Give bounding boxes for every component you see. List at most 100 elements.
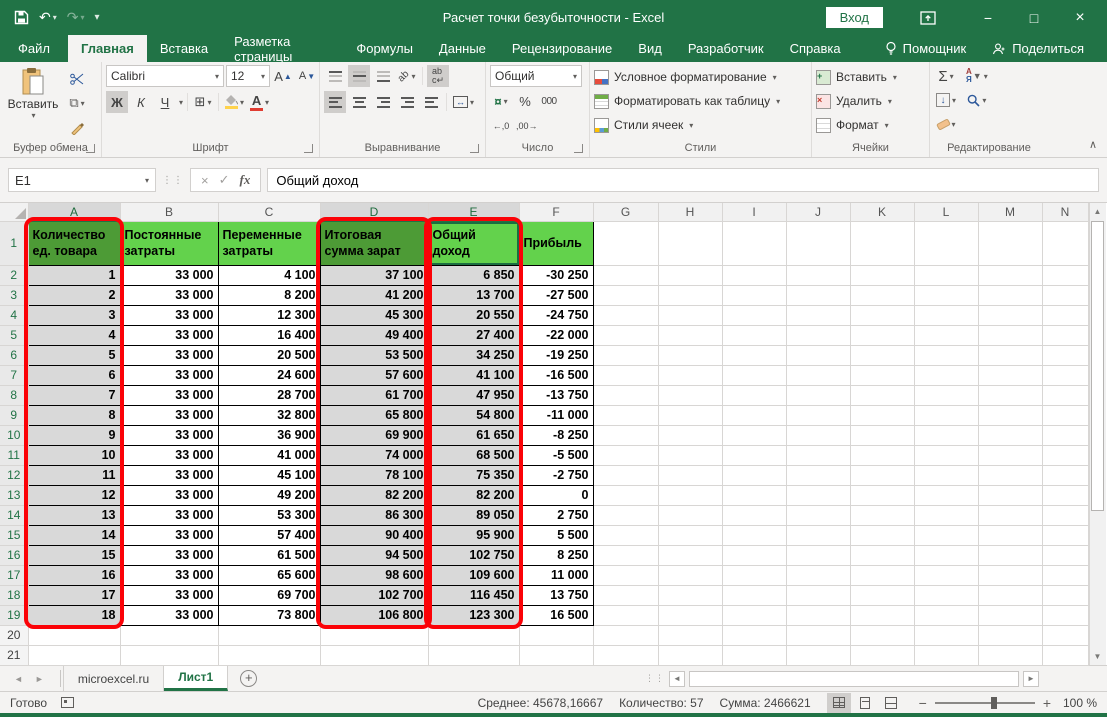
cell[interactable]: [218, 645, 320, 665]
cell[interactable]: [1042, 405, 1088, 425]
row-header-19[interactable]: 19: [0, 605, 28, 625]
cell[interactable]: [593, 625, 658, 645]
zoom-in-button[interactable]: +: [1043, 695, 1051, 711]
cell[interactable]: 14: [28, 525, 120, 545]
save-icon[interactable]: [14, 10, 29, 25]
cell[interactable]: 33 000: [120, 305, 218, 325]
cell[interactable]: 94 500: [320, 545, 428, 565]
cell[interactable]: [786, 545, 850, 565]
cell[interactable]: [1042, 305, 1088, 325]
scroll-down-icon[interactable]: ▼: [1090, 648, 1106, 665]
autosum-button[interactable]: Σ▾: [934, 65, 958, 87]
hscroll-left-icon[interactable]: ◄: [669, 671, 685, 687]
close-button[interactable]: ×: [1059, 4, 1101, 32]
column-header-A[interactable]: A: [28, 203, 120, 221]
name-box[interactable]: E1▾: [8, 168, 156, 192]
cell[interactable]: [914, 385, 978, 405]
cell[interactable]: 33 000: [120, 525, 218, 545]
column-header-J[interactable]: J: [786, 203, 850, 221]
cell[interactable]: 33 000: [120, 565, 218, 585]
cell[interactable]: [978, 565, 1042, 585]
cell[interactable]: [786, 485, 850, 505]
row-header-4[interactable]: 4: [0, 305, 28, 325]
cell[interactable]: [593, 505, 658, 525]
cell[interactable]: 24 600: [218, 365, 320, 385]
cell[interactable]: [1042, 485, 1088, 505]
cell[interactable]: [978, 605, 1042, 625]
cell[interactable]: [593, 365, 658, 385]
cell[interactable]: 33 000: [120, 325, 218, 345]
tab-assistant[interactable]: Помощник: [872, 35, 980, 62]
vertical-scrollbar[interactable]: ▲ ▼: [1089, 203, 1106, 665]
alignment-dialog-launcher[interactable]: [470, 144, 479, 153]
cell[interactable]: 95 900: [428, 525, 519, 545]
cell[interactable]: 2 750: [519, 505, 593, 525]
customize-qat-icon[interactable]: ▾: [95, 12, 100, 23]
cell[interactable]: 6: [28, 365, 120, 385]
column-header-E[interactable]: E: [428, 203, 519, 221]
cell[interactable]: [218, 625, 320, 645]
cell[interactable]: [786, 445, 850, 465]
cell[interactable]: 4: [28, 325, 120, 345]
cut-button[interactable]: [66, 67, 88, 89]
cell[interactable]: [850, 605, 914, 625]
cell[interactable]: [658, 285, 722, 305]
cell[interactable]: [850, 585, 914, 605]
undo-button[interactable]: ↶▾: [39, 9, 57, 26]
cell[interactable]: 102 700: [320, 585, 428, 605]
cell[interactable]: 36 900: [218, 425, 320, 445]
cell[interactable]: 57 600: [320, 365, 428, 385]
cell[interactable]: [978, 445, 1042, 465]
cell[interactable]: [658, 525, 722, 545]
cell[interactable]: [786, 645, 850, 665]
row-header-2[interactable]: 2: [0, 265, 28, 285]
cell[interactable]: 65 800: [320, 405, 428, 425]
row-header-13[interactable]: 13: [0, 485, 28, 505]
cell[interactable]: [722, 345, 786, 365]
cell[interactable]: [786, 365, 850, 385]
cell[interactable]: [658, 365, 722, 385]
cell[interactable]: 12 300: [218, 305, 320, 325]
insert-cells-button[interactable]: +Вставить▾: [816, 65, 897, 89]
tab-insert[interactable]: Вставка: [147, 35, 221, 62]
cell[interactable]: [722, 525, 786, 545]
cell[interactable]: [978, 285, 1042, 305]
decrease-indent-icon[interactable]: [396, 91, 418, 113]
zoom-out-button[interactable]: −: [919, 695, 927, 711]
cell-styles-button[interactable]: Стили ячеек▾: [594, 113, 693, 137]
cell[interactable]: [850, 465, 914, 485]
cell[interactable]: 13: [28, 505, 120, 525]
insert-function-icon[interactable]: fx: [240, 172, 251, 188]
cell[interactable]: [722, 625, 786, 645]
cell[interactable]: [593, 345, 658, 365]
wrap-text-button[interactable]: abc↵: [427, 65, 449, 87]
tab-review[interactable]: Рецензирование: [499, 35, 625, 62]
cell[interactable]: [658, 625, 722, 645]
minimize-button[interactable]: −: [967, 4, 1009, 32]
cell[interactable]: [1042, 425, 1088, 445]
cell[interactable]: 33 000: [120, 425, 218, 445]
cell[interactable]: 73 800: [218, 605, 320, 625]
cell[interactable]: 109 600: [428, 565, 519, 585]
cell[interactable]: 10: [28, 445, 120, 465]
cell[interactable]: [1042, 525, 1088, 545]
cell[interactable]: [978, 425, 1042, 445]
page-layout-view-button[interactable]: [853, 693, 877, 713]
cell[interactable]: [1042, 345, 1088, 365]
conditional-formatting-button[interactable]: Условное форматирование▾: [594, 65, 777, 89]
cell[interactable]: [722, 465, 786, 485]
cell[interactable]: [786, 221, 850, 265]
cell[interactable]: 65 600: [218, 565, 320, 585]
cell[interactable]: [658, 345, 722, 365]
column-header-I[interactable]: I: [722, 203, 786, 221]
row-header-16[interactable]: 16: [0, 545, 28, 565]
cell[interactable]: 13 750: [519, 585, 593, 605]
cell[interactable]: 57 400: [218, 525, 320, 545]
cell[interactable]: [519, 645, 593, 665]
row-header-1[interactable]: 1: [0, 221, 28, 265]
maximize-button[interactable]: □: [1013, 4, 1055, 32]
cell[interactable]: [320, 645, 428, 665]
hscroll-right-icon[interactable]: ►: [1023, 671, 1039, 687]
cell[interactable]: [1042, 385, 1088, 405]
cell[interactable]: 32 800: [218, 405, 320, 425]
